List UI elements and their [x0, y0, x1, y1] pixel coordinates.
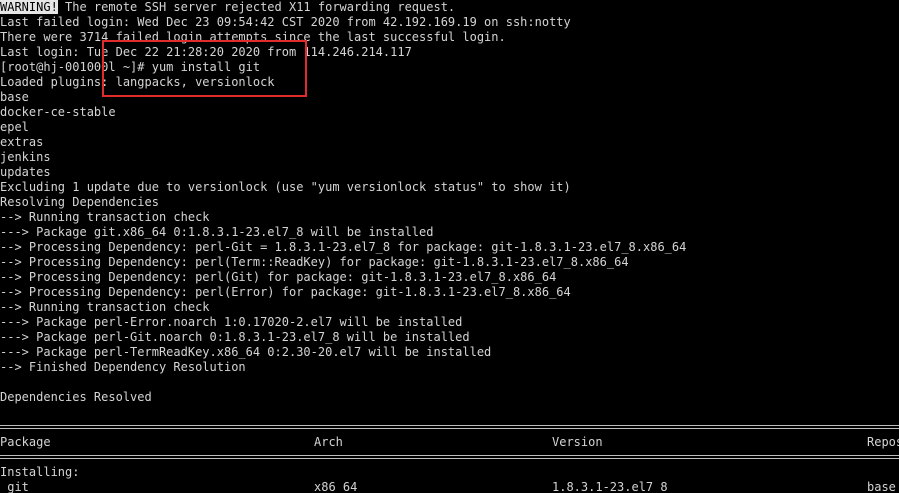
terminal-line: --> Processing Dependency: perl(Git) for… — [0, 270, 557, 284]
table-cell-package: git — [0, 480, 29, 493]
terminal-line: Last login: Tue Dec 22 21:28:20 2020 fro… — [0, 45, 412, 59]
terminal-line: Last failed login: Wed Dec 23 09:54:42 C… — [0, 15, 571, 29]
table-cell-arch: x86_64 — [314, 480, 358, 493]
column-header-repository: Repos — [867, 435, 899, 449]
table-double-rule — [0, 450, 899, 465]
table-cell-version: 1.8.3.1-23.el7_8 — [552, 480, 668, 493]
warning-message: The remote SSH server rejected X11 forwa… — [57, 0, 456, 14]
terminal-line: ---> Package git.x86_64 0:1.8.3.1-23.el7… — [0, 225, 434, 239]
column-header-arch: Arch — [314, 435, 343, 449]
terminal-line: There were 3714 failed login attempts si… — [0, 30, 506, 44]
table-cell-repository: base — [867, 480, 896, 493]
column-header-version: Version — [552, 435, 603, 449]
column-header-package: Package — [0, 435, 51, 449]
terminal-line: ---> Package perl-TermReadKey.x86_64 0:2… — [0, 345, 492, 359]
terminal-line: Resolving Dependencies — [0, 195, 159, 209]
table-double-rule — [0, 420, 899, 435]
terminal-command-line: [root@hj-001000l ~]# yum install git — [0, 60, 261, 74]
table-row: git x86_64 1.8.3.1-23.el7_8 base — [0, 480, 899, 493]
table-section-label: Installing: — [0, 465, 80, 479]
terminal-line: --> Finished Dependency Resolution — [0, 360, 246, 374]
terminal-line: --> Running transaction check — [0, 300, 210, 314]
terminal-line: extras — [0, 135, 44, 149]
terminal-window[interactable]: WARNING! The remote SSH server rejected … — [0, 0, 899, 493]
terminal-line: ---> Package perl-Error.noarch 1:0.17020… — [0, 315, 463, 329]
table-header-row: Package Arch Version Repos — [0, 435, 899, 450]
terminal-line-warning: WARNING! The remote SSH server rejected … — [0, 0, 899, 15]
terminal-line: --> Running transaction check — [0, 210, 210, 224]
terminal-line: updates — [0, 165, 51, 179]
warning-tag: WARNING! — [0, 0, 58, 14]
terminal-line: docker-ce-stable — [0, 105, 116, 119]
terminal-line: Dependencies Resolved — [0, 390, 152, 404]
terminal-line: Loaded plugins: langpacks, versionlock — [0, 75, 275, 89]
terminal-line: Excluding 1 update due to versionlock (u… — [0, 180, 571, 194]
terminal-line: base — [0, 90, 29, 104]
terminal-line: ---> Package perl-Git.noarch 0:1.8.3.1-2… — [0, 330, 470, 344]
terminal-line: --> Processing Dependency: perl(Term::Re… — [0, 255, 629, 269]
terminal-line: epel — [0, 120, 29, 134]
terminal-line: --> Processing Dependency: perl(Error) f… — [0, 285, 571, 299]
terminal-line: --> Processing Dependency: perl-Git = 1.… — [0, 240, 687, 254]
terminal-line: jenkins — [0, 150, 51, 164]
